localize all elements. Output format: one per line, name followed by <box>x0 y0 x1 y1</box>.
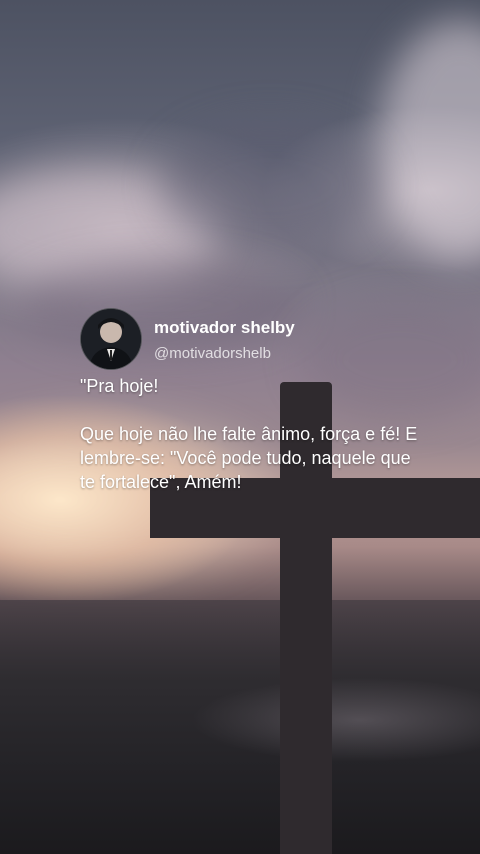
person-avatar-icon <box>81 309 141 369</box>
display-name[interactable]: motivador shelby <box>154 318 295 338</box>
post-text: "Pra hoje! Que hoje não lhe falte ânimo,… <box>80 376 418 492</box>
cloud <box>160 120 380 250</box>
avatar[interactable] <box>80 308 142 370</box>
user-handle[interactable]: @motivadorshelb <box>154 345 271 362</box>
valley-landscape <box>0 600 480 854</box>
